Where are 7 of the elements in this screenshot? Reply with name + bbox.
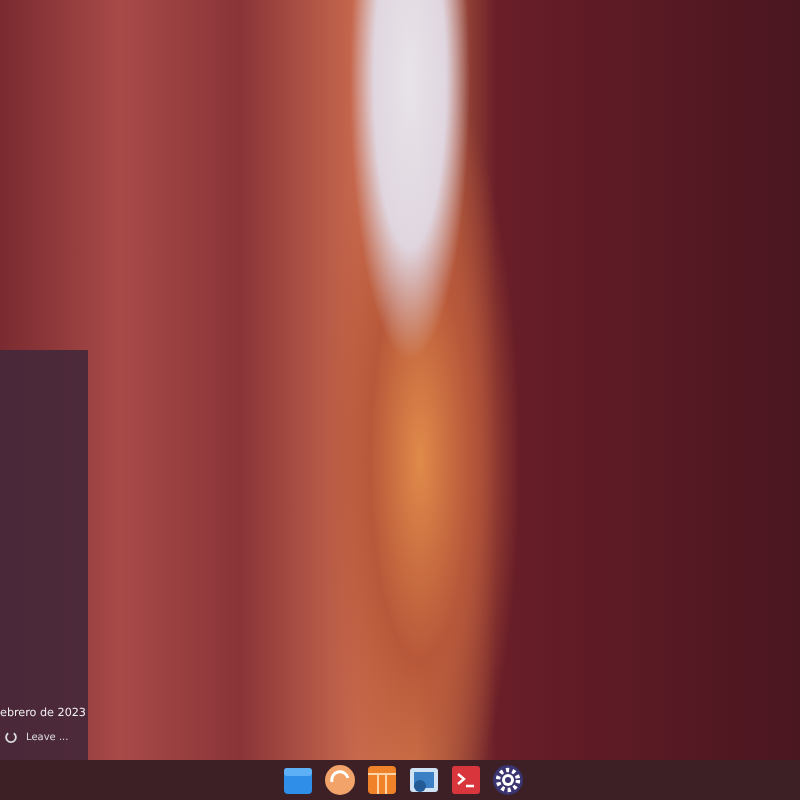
folder-icon[interactable] xyxy=(282,764,314,796)
web-browser-icon[interactable] xyxy=(324,764,356,796)
settings-icon[interactable] xyxy=(492,764,524,796)
app-grid-icon[interactable] xyxy=(366,764,398,796)
image-viewer-icon[interactable] xyxy=(408,764,440,796)
power-icon xyxy=(4,730,18,744)
terminal-icon[interactable] xyxy=(450,764,482,796)
